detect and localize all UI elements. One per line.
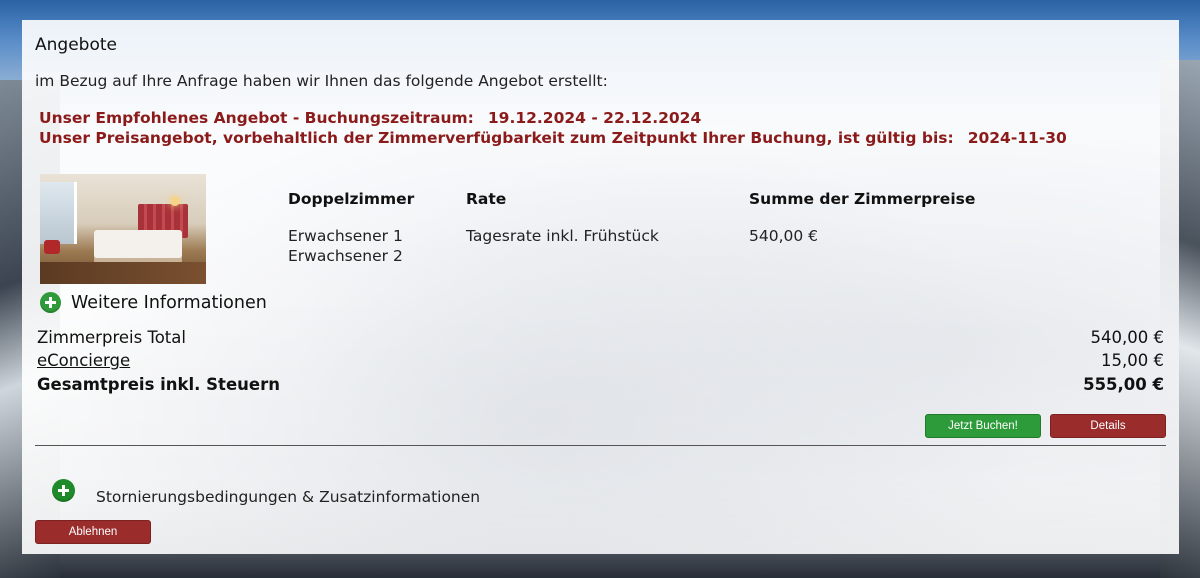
validity-line: Unser Preisangebot, vorbehaltlich der Zi… bbox=[39, 129, 1067, 147]
cancellation-label[interactable]: Stornierungsbedingungen & Zusatzinformat… bbox=[96, 488, 480, 506]
plus-circle-icon[interactable] bbox=[40, 292, 61, 313]
column-header-rate: Rate bbox=[466, 190, 507, 208]
grand-total-label: Gesamtpreis inkl. Steuern bbox=[37, 375, 280, 394]
book-now-button[interactable]: Jetzt Buchen! bbox=[925, 414, 1041, 438]
more-info-label[interactable]: Weitere Informationen bbox=[71, 293, 267, 313]
decline-button[interactable]: Ablehnen bbox=[35, 520, 151, 544]
room-photo[interactable] bbox=[40, 174, 206, 284]
room-photo-window bbox=[40, 182, 77, 244]
column-header-room: Doppelzimmer bbox=[288, 190, 415, 208]
econcierge-value: 15,00 € bbox=[1101, 351, 1164, 370]
rate-value: Tagesrate inkl. Frühstück bbox=[466, 227, 659, 245]
section-divider bbox=[35, 445, 1166, 446]
guest-2: Erwachsener 2 bbox=[288, 247, 403, 265]
room-photo-floor bbox=[40, 262, 206, 284]
room-price-total-value: 540,00 € bbox=[1090, 328, 1164, 347]
room-photo-bed bbox=[94, 230, 182, 258]
econcierge-link[interactable]: eConcierge bbox=[37, 351, 130, 370]
plus-circle-icon[interactable] bbox=[52, 478, 75, 502]
guest-1: Erwachsener 1 bbox=[288, 227, 403, 245]
details-button[interactable]: Details bbox=[1050, 414, 1166, 438]
booking-period-label: Unser Empfohlenes Angebot - Buchungszeit… bbox=[39, 109, 474, 127]
room-price-total-label: Zimmerpreis Total bbox=[37, 328, 186, 347]
room-photo-chair bbox=[44, 240, 60, 254]
booking-period-value: 19.12.2024 - 22.12.2024 bbox=[487, 109, 702, 127]
room-photo-lamp bbox=[170, 196, 180, 206]
offer-panel: Angebote im Bezug auf Ihre Anfrage haben… bbox=[22, 20, 1179, 554]
validity-value: 2024-11-30 bbox=[967, 129, 1067, 147]
intro-text: im Bezug auf Ihre Anfrage haben wir Ihne… bbox=[35, 72, 608, 90]
grand-total-value: 555,00 € bbox=[1083, 375, 1164, 394]
booking-period-line: Unser Empfohlenes Angebot - Buchungszeit… bbox=[39, 109, 701, 127]
more-info-toggle[interactable]: Weitere Informationen bbox=[40, 292, 267, 313]
room-total-value: 540,00 € bbox=[749, 227, 819, 245]
validity-label: Unser Preisangebot, vorbehaltlich der Zi… bbox=[39, 129, 954, 147]
page-title: Angebote bbox=[35, 35, 117, 55]
cancellation-toggle[interactable]: Stornierungsbedingungen & Zusatzinformat… bbox=[52, 474, 480, 506]
column-header-total: Summe der Zimmerpreise bbox=[749, 190, 976, 208]
